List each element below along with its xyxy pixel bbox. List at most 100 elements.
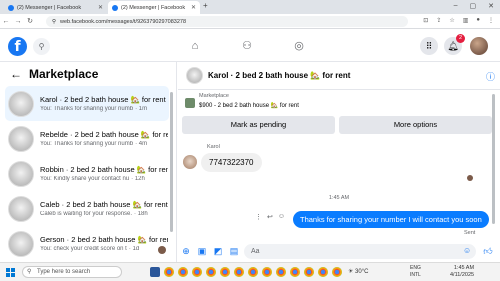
conversation-name: Gerson · 2 bed 2 bath house 🏡 for rent: [40, 235, 168, 244]
browser-menu-icon[interactable]: ⋮: [488, 17, 494, 24]
url-field[interactable]: ⚲ web.facebook.com/messages/t/9263790297…: [46, 16, 408, 27]
tab-title: (2) Messenger | Facebook: [17, 4, 82, 11]
chrome-icon[interactable]: [304, 267, 314, 277]
more-options-button[interactable]: More options: [339, 116, 492, 134]
minimize-button[interactable]: –: [454, 2, 458, 10]
home-icon[interactable]: ⌂: [188, 39, 202, 53]
search-icon[interactable]: ⚲: [33, 38, 50, 55]
scrollbar[interactable]: [170, 92, 173, 232]
listing-actions: Mark as pending More options: [182, 116, 492, 134]
share-icon[interactable]: ⇪: [436, 17, 441, 24]
thumbs-up-icon[interactable]: 👍︎: [482, 245, 494, 257]
chrome-icon[interactable]: [220, 267, 230, 277]
browser-tab[interactable]: (2) Messenger | Facebook ✕: [4, 1, 107, 14]
install-app-icon[interactable]: ⊡: [423, 17, 428, 24]
outgoing-message[interactable]: Thanks for sharing your number I will co…: [293, 211, 489, 228]
clock-time: 1:45 AM: [453, 265, 475, 271]
chrome-icon[interactable]: [318, 267, 328, 277]
maximize-button[interactable]: ▢: [470, 2, 477, 10]
mark-as-pending-button[interactable]: Mark as pending: [182, 116, 335, 134]
chrome-icon[interactable]: [164, 267, 174, 277]
groups-icon[interactable]: ◎: [292, 39, 306, 53]
taskbar-search-placeholder: Type here to search: [37, 269, 91, 275]
conversation-item[interactable]: Rebelde · 2 bed 2 bath house 🏡 for rent …: [5, 121, 169, 156]
bell-icon[interactable]: 🔔︎ 2: [444, 34, 465, 55]
clock[interactable]: 1:45 AM 4/11/2025: [450, 265, 474, 279]
sender-name: Karol: [207, 144, 220, 150]
chrome-icon[interactable]: [234, 267, 244, 277]
menu-grid-icon[interactable]: ⠿: [420, 37, 438, 55]
react-emoji-icon[interactable]: ☺: [278, 213, 285, 221]
scrollbar[interactable]: [492, 94, 495, 224]
temperature: 30°C: [355, 269, 369, 275]
site-info-icon[interactable]: ⚲: [52, 19, 56, 25]
close-window-button[interactable]: ✕: [488, 2, 494, 10]
chrome-icon[interactable]: [248, 267, 258, 277]
chrome-icon[interactable]: [192, 267, 202, 277]
chrome-icon[interactable]: [332, 267, 342, 277]
system-tray[interactable]: ENG INTL: [410, 265, 421, 279]
conversation-name: Rebelde · 2 bed 2 bath house 🏡 for rent: [40, 130, 168, 139]
info-icon[interactable]: ⓘ: [486, 70, 495, 83]
back-arrow-icon[interactable]: ←: [10, 67, 22, 81]
chrome-icon[interactable]: [276, 267, 286, 277]
browser-tab-active[interactable]: (2) Messenger | Facebook ✕: [108, 1, 200, 14]
listing-avatar[interactable]: [186, 67, 203, 84]
taskbar-search[interactable]: ⚲ Type here to search: [22, 266, 122, 278]
gif-icon[interactable]: ▤: [228, 245, 240, 257]
conversation-preview: You: Thanks for sharing your numb: [40, 106, 134, 112]
chrome-icon[interactable]: [290, 267, 300, 277]
conversation-name: Karol · 2 bed 2 bath house 🏡 for rent: [40, 95, 166, 104]
profile-icon[interactable]: ●: [476, 17, 480, 24]
side-panel-icon[interactable]: ▥: [463, 17, 469, 24]
chat-title[interactable]: Karol · 2 bed 2 bath house 🏡 for rent: [208, 71, 350, 80]
conversation-item[interactable]: Gerson · 2 bed 2 bath house 🏡 for rent Y…: [5, 226, 169, 261]
message-input[interactable]: Aa: [244, 244, 476, 259]
conversation-time: · 1d: [128, 246, 140, 252]
conversation-time: · 4m: [135, 141, 148, 147]
taskbar: ⚲ Type here to search ☀ 30°C ENG INTL 1:…: [0, 262, 500, 281]
windows-start-icon[interactable]: [6, 268, 15, 277]
new-tab-button[interactable]: +: [203, 1, 208, 10]
conversation-item[interactable]: Robbin · 2 bed 2 bath house 🏡 for rent Y…: [5, 156, 169, 191]
image-icon[interactable]: ▣: [196, 245, 208, 257]
conversation-preview: Caleb is waiting for your response.: [40, 211, 133, 217]
bookmark-star-icon[interactable]: ☆: [449, 17, 454, 24]
friends-icon[interactable]: ⚇: [240, 39, 254, 53]
listing-avatar: [8, 230, 34, 257]
sticker-icon[interactable]: ◩: [212, 245, 224, 257]
taskbar-apps: [150, 267, 342, 277]
forward-arrow-icon[interactable]: →: [12, 18, 24, 25]
browser-toolbar-icons: ⊡ ⇪ ☆ ▥ ● ⋮: [423, 17, 494, 24]
message-composer: ⊕ ▣ ◩ ▤ Aa ☺ 👍︎: [178, 241, 500, 262]
chrome-icon[interactable]: [178, 267, 188, 277]
weather-widget[interactable]: ☀ 30°C: [348, 268, 368, 275]
listing-avatar: [8, 160, 34, 187]
sender-avatar: [183, 155, 197, 169]
chrome-icon[interactable]: [262, 267, 272, 277]
plus-icon[interactable]: ⊕: [180, 245, 192, 257]
message-actions: ⋮ ↩ ☺: [255, 213, 285, 221]
reload-icon[interactable]: ↻: [24, 17, 36, 25]
file-explorer-icon[interactable]: [150, 267, 160, 277]
message-timestamp: 1:45 AM: [328, 195, 350, 201]
incoming-message[interactable]: 7747322370: [201, 153, 262, 172]
search-icon: ⚲: [27, 269, 32, 275]
conversation-item[interactable]: Caleb · 2 bed 2 bath house 🏡 for rent Ca…: [5, 191, 169, 226]
close-tab-icon[interactable]: ✕: [98, 4, 103, 11]
emoji-icon[interactable]: ☺: [463, 246, 471, 255]
more-icon[interactable]: ⋮: [255, 213, 262, 221]
listing-card[interactable]: Marketplace $900 - 2 bed 2 bath house 🏡 …: [182, 93, 492, 109]
reply-icon[interactable]: ↩: [267, 213, 273, 221]
chat-header: Karol · 2 bed 2 bath house 🏡 for rent ⓘ: [178, 62, 500, 90]
listing-avatar: [8, 195, 34, 222]
conversation-name: Caleb · 2 bed 2 bath house 🏡 for rent: [40, 200, 168, 209]
facebook-logo[interactable]: f: [8, 37, 27, 56]
conversation-item[interactable]: Karol · 2 bed 2 bath house 🏡 for rent Yo…: [5, 86, 169, 121]
conversation-preview: You: check your credit score on t: [40, 246, 127, 252]
chrome-icon[interactable]: [206, 267, 216, 277]
close-tab-icon[interactable]: ✕: [191, 4, 196, 11]
conversation-list: Karol · 2 bed 2 bath house 🏡 for rent Yo…: [5, 86, 169, 261]
account-avatar[interactable]: [470, 37, 488, 55]
back-arrow-icon[interactable]: ←: [0, 18, 12, 25]
